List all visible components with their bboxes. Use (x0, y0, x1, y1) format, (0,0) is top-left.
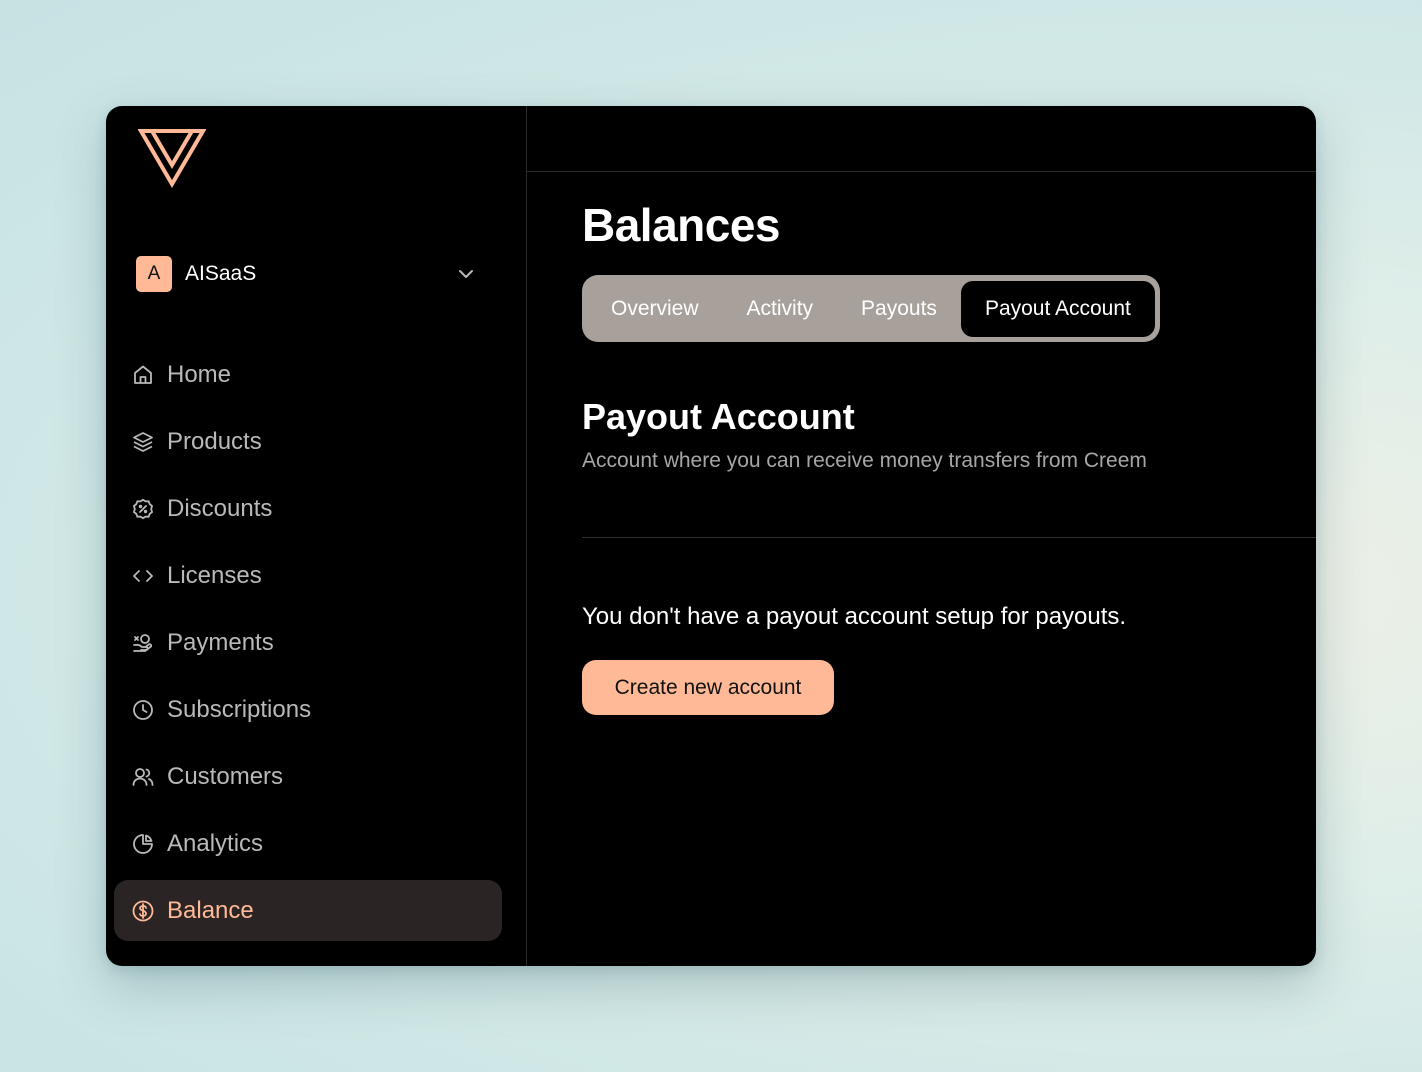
sidebar-item-subscriptions[interactable]: Subscriptions (114, 679, 502, 740)
sidebar-item-label: Licenses (167, 561, 262, 589)
sidebar-item-home[interactable]: Home (114, 344, 502, 405)
chevron-down-icon (456, 264, 476, 284)
clock-icon (131, 698, 155, 722)
sidebar-item-discounts[interactable]: Discounts (114, 478, 502, 539)
payments-icon (131, 631, 155, 655)
create-account-button[interactable]: Create new account (582, 660, 834, 715)
tab-activity[interactable]: Activity (723, 281, 838, 337)
creem-logo[interactable] (137, 128, 207, 188)
discount-badge-icon (131, 497, 155, 521)
empty-state-message: You don't have a payout account setup fo… (582, 603, 1127, 630)
sidebar-item-label: Discounts (167, 494, 273, 522)
sidebar-nav: Home Products Discounts Licenses Payment… (114, 344, 502, 947)
pie-chart-icon (131, 832, 155, 856)
sidebar-item-label: Balance (167, 896, 254, 924)
sidebar-item-payments[interactable]: Payments (114, 612, 502, 673)
sidebar-item-label: Payments (167, 628, 274, 656)
tab-overview[interactable]: Overview (587, 281, 723, 337)
sidebar-item-label: Home (167, 360, 232, 388)
divider (582, 537, 1316, 538)
tab-payouts[interactable]: Payouts (837, 281, 961, 337)
users-icon (131, 765, 155, 789)
workspace-switcher[interactable]: A AISaaS (136, 256, 476, 292)
sidebar-item-customers[interactable]: Customers (114, 746, 502, 807)
sidebar-item-products[interactable]: Products (114, 411, 502, 472)
sidebar-item-label: Products (167, 427, 262, 455)
tab-payout-account[interactable]: Payout Account (960, 280, 1155, 337)
sidebar-item-label: Customers (167, 762, 284, 790)
sidebar-item-balance[interactable]: Balance (114, 880, 502, 941)
sidebar: A AISaaS Home Products Discounts License… (106, 106, 527, 966)
main-content: Balances Overview Activity Payouts Payou… (527, 106, 1316, 966)
section-title: Payout Account (582, 396, 855, 437)
home-icon (131, 363, 155, 387)
sidebar-item-label: Analytics (167, 829, 264, 857)
dollar-circle-icon (131, 899, 155, 923)
section-subtitle: Account where you can receive money tran… (582, 449, 1147, 472)
page-title: Balances (582, 199, 781, 251)
sidebar-item-label: Subscriptions (167, 695, 312, 723)
workspace-name: AISaaS (185, 262, 257, 285)
app-window: A AISaaS Home Products Discounts License… (106, 106, 1316, 966)
top-bar (527, 106, 1316, 172)
code-icon (131, 564, 155, 588)
sidebar-item-analytics[interactable]: Analytics (114, 813, 502, 874)
layers-icon (131, 430, 155, 454)
workspace-avatar: A (136, 256, 172, 292)
balance-tabs: Overview Activity Payouts Payout Account (582, 275, 1160, 342)
sidebar-item-licenses[interactable]: Licenses (114, 545, 502, 606)
